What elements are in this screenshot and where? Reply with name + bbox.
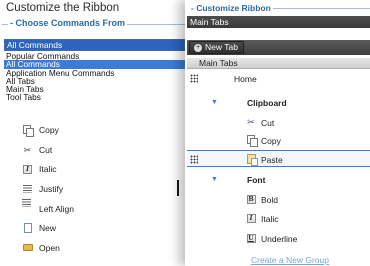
tree-label-home: Home [234,74,257,84]
dropdown-option-tool-tabs[interactable]: Tool Tabs [4,93,185,102]
choose-commands-legend: - Choose Commands From [8,18,128,28]
open-folder-icon [22,242,33,253]
command-item-cut[interactable]: ✂ Cut [22,140,182,160]
left-panel-title: Customize the Ribbon [6,2,120,14]
command-label: Justify [39,183,64,194]
italic-icon: I [246,213,256,223]
tree-row-cut[interactable]: ✂ Cut [187,114,370,131]
command-item-new[interactable]: New [22,218,182,238]
choose-commands-label: Choose Commands From [15,18,126,28]
right-panel-title: - Customize Ribbon [191,3,271,13]
drag-handle-icon[interactable] [190,74,198,83]
tree-row-paste[interactable]: Paste [187,150,370,167]
tree-row-clipboard-group[interactable]: ▼ Clipboard [187,94,370,111]
command-item-copy[interactable]: Copy [22,120,182,140]
command-label: Open [39,242,60,253]
tree-label-paste: Paste [261,155,283,165]
tree-row-bold[interactable]: B Bold [187,191,370,208]
paste-icon [246,154,258,166]
tabs-source-combo[interactable]: Main Tabs [187,16,370,28]
command-label: Left Align [39,203,74,214]
tree-label-clipboard: Clipboard [247,98,287,108]
tree-row-italic[interactable]: I Italic [187,210,370,227]
tree-label-italic: Italic [261,214,279,224]
customize-ribbon-label: Customize Ribbon [196,3,271,13]
choose-commands-section: - Choose Commands From [2,18,185,36]
copy-icon [22,124,34,137]
tree-row-font-group[interactable]: ▼ Font [187,171,370,188]
tree-row-home[interactable]: Home [187,70,370,87]
command-label: New [39,223,57,234]
tree-row-copy[interactable]: Copy [187,132,370,149]
cut-icon: ✂ [247,117,255,127]
new-document-icon [22,223,33,234]
bold-icon: B [246,194,256,204]
command-label: Cut [39,144,53,155]
new-tab-label: New Tab [205,42,238,52]
copy-icon [246,135,258,147]
right-panel-divider [273,8,370,9]
command-item-open[interactable]: Open [22,238,182,258]
expand-arrow-icon[interactable]: ▼ [211,99,218,106]
command-item-left-align[interactable]: Left Align [22,198,182,219]
command-label: Copy [39,124,59,135]
plus-icon: + [194,43,202,52]
tree-header: Main Tabs [187,58,370,69]
tree-row-underline[interactable]: U Underline [187,230,370,247]
underline-icon: U [246,233,256,243]
drag-handle-icon[interactable] [190,155,198,164]
expand-arrow-icon[interactable]: ▼ [211,176,218,183]
tree-label-cut: Cut [261,118,275,128]
commands-source-combo[interactable]: All Commands [4,39,185,51]
left-panel: Customize the Ribbon - Choose Commands F… [0,0,185,266]
command-item-justify[interactable]: Justify [22,179,182,199]
commands-list: Copy ✂ Cut I Italic Justify Left Align N… [22,120,182,258]
splitter-handle[interactable] [177,180,179,196]
ribbon-toolbar: + New Tab [187,40,370,55]
tree-label-bold: Bold [261,195,279,205]
tree-label-underline: Underline [261,234,298,244]
italic-icon: I [22,164,33,175]
cut-icon: ✂ [23,144,32,155]
tree-label-copy: Copy [261,136,281,146]
new-tab-button[interactable]: + New Tab [189,41,244,54]
create-new-group-link[interactable]: Create a New Group [251,255,329,265]
command-label: Italic [39,164,57,175]
tree-label-font: Font [247,175,266,185]
justify-icon [22,183,33,194]
left-align-icon [22,198,33,214]
right-panel: - Customize Ribbon Main Tabs + New Tab M… [185,0,370,266]
command-item-italic[interactable]: I Italic [22,159,182,179]
commands-source-dropdown: Popular Commands All Commands Applicatio… [4,52,185,102]
